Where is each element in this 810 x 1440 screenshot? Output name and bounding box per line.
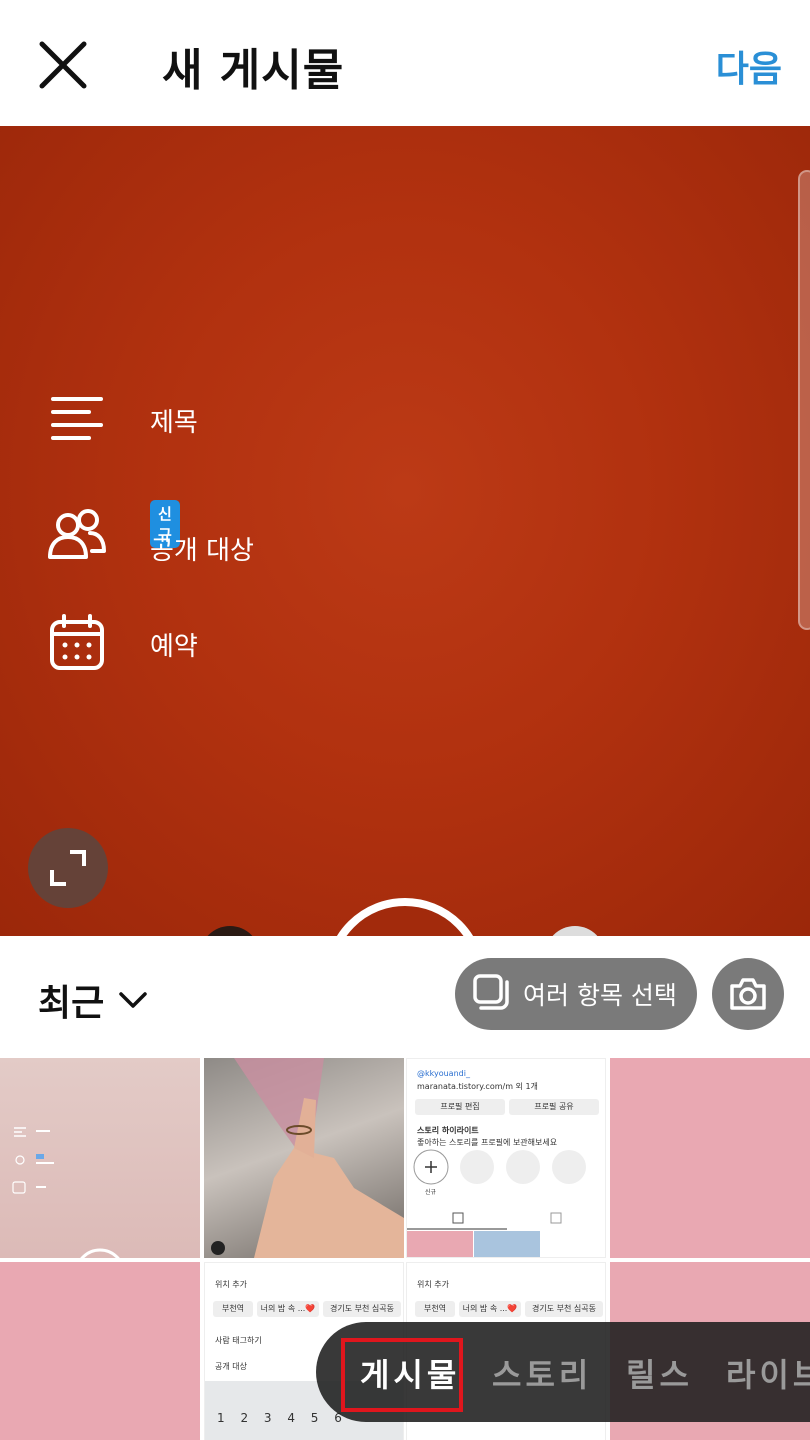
preview-scroll-handle[interactable] bbox=[798, 170, 810, 630]
thumb-chip-1: 부천역 bbox=[213, 1301, 253, 1317]
media-preview[interactable]: 제목 신규 공개 대상 예약 bbox=[0, 126, 810, 936]
multi-select-icon bbox=[471, 972, 511, 1016]
calendar-icon bbox=[46, 612, 108, 674]
thumb-new-label: 신규 bbox=[425, 1189, 437, 1196]
thumb-add-location: 위치 추가 bbox=[215, 1280, 247, 1289]
next-button[interactable]: 다음 bbox=[716, 40, 782, 92]
thumb-tag-people: 사람 태그하기 bbox=[215, 1336, 262, 1345]
mode-switcher: 게시물 스토리 릴스 라이브 bbox=[316, 1322, 810, 1422]
thumbnail-preview-image bbox=[12, 1127, 120, 1258]
people-icon bbox=[46, 504, 108, 566]
media-thumbnail[interactable] bbox=[610, 1058, 810, 1258]
multi-select-label: 여러 항목 선택 bbox=[523, 981, 677, 1010]
mode-tab-story[interactable]: 스토리 bbox=[492, 1350, 592, 1396]
thumb-story-highlights: 스토리 하이라이트 bbox=[417, 1126, 479, 1135]
top-bar: 새 게시물 다음 bbox=[0, 0, 810, 126]
thumbnail-hand-photo bbox=[211, 1058, 404, 1258]
thumb-chip-1b: 부천역 bbox=[415, 1301, 455, 1317]
album-label: 최근 bbox=[38, 983, 105, 1024]
thumb-audience: 공개 대상 bbox=[215, 1362, 247, 1371]
close-icon[interactable] bbox=[36, 38, 90, 92]
mode-tab-reels[interactable]: 릴스 bbox=[626, 1350, 693, 1396]
media-thumbnail[interactable]: @kkyouandi_ maranata.tistory.com/m 외 1개 … bbox=[406, 1058, 606, 1258]
title-option[interactable]: 제목 bbox=[46, 388, 198, 450]
camera-icon[interactable] bbox=[712, 958, 784, 1030]
thumb-chip-2b: 너의 밤 속 ...❤️ bbox=[459, 1301, 521, 1317]
shutter-button[interactable] bbox=[325, 898, 485, 936]
thumb-chip-3: 경기도 부천 심곡동 bbox=[323, 1301, 401, 1317]
page-title: 새 게시물 bbox=[162, 45, 345, 96]
thumb-keyboard-numbers: 1 2 3 4 5 6 bbox=[217, 1411, 348, 1425]
thumb-profile-link: maranata.tistory.com/m 외 1개 bbox=[417, 1082, 538, 1091]
thumb-edit-profile: 프로필 편집 bbox=[415, 1099, 505, 1115]
thumb-highlights-row bbox=[407, 1149, 586, 1257]
mode-tab-post[interactable]: 게시물 bbox=[360, 1350, 460, 1396]
thumb-profile-handle: @kkyouandi_ bbox=[417, 1069, 470, 1078]
chevron-down-icon bbox=[118, 990, 148, 1014]
media-thumbnail[interactable] bbox=[204, 1058, 404, 1258]
media-thumbnail[interactable] bbox=[0, 1058, 200, 1258]
media-thumbnail[interactable] bbox=[0, 1262, 200, 1440]
album-selector[interactable]: 최근 bbox=[38, 974, 148, 1026]
text-lines-icon bbox=[46, 388, 108, 450]
thumb-chip-2: 너의 밤 속 ...❤️ bbox=[257, 1301, 319, 1317]
capture-peek-left bbox=[200, 926, 260, 936]
capture-peek-right bbox=[545, 926, 605, 936]
audience-option-label: 공개 대상 bbox=[150, 536, 254, 566]
gallery-toolbar: 최근 여러 항목 선택 bbox=[0, 936, 810, 1054]
expand-icon[interactable] bbox=[28, 828, 108, 908]
thumb-add-location-2: 위치 추가 bbox=[417, 1280, 449, 1289]
multi-select-button[interactable]: 여러 항목 선택 bbox=[455, 958, 697, 1030]
schedule-option[interactable]: 예약 bbox=[46, 612, 198, 674]
thumb-share-profile: 프로필 공유 bbox=[509, 1099, 599, 1115]
mode-tab-live[interactable]: 라이브 bbox=[726, 1350, 810, 1396]
thumb-chip-3b: 경기도 부천 심곡동 bbox=[525, 1301, 603, 1317]
audience-option[interactable]: 신규 공개 대상 bbox=[46, 500, 254, 566]
title-option-label: 제목 bbox=[150, 408, 198, 438]
schedule-option-label: 예약 bbox=[150, 632, 198, 662]
